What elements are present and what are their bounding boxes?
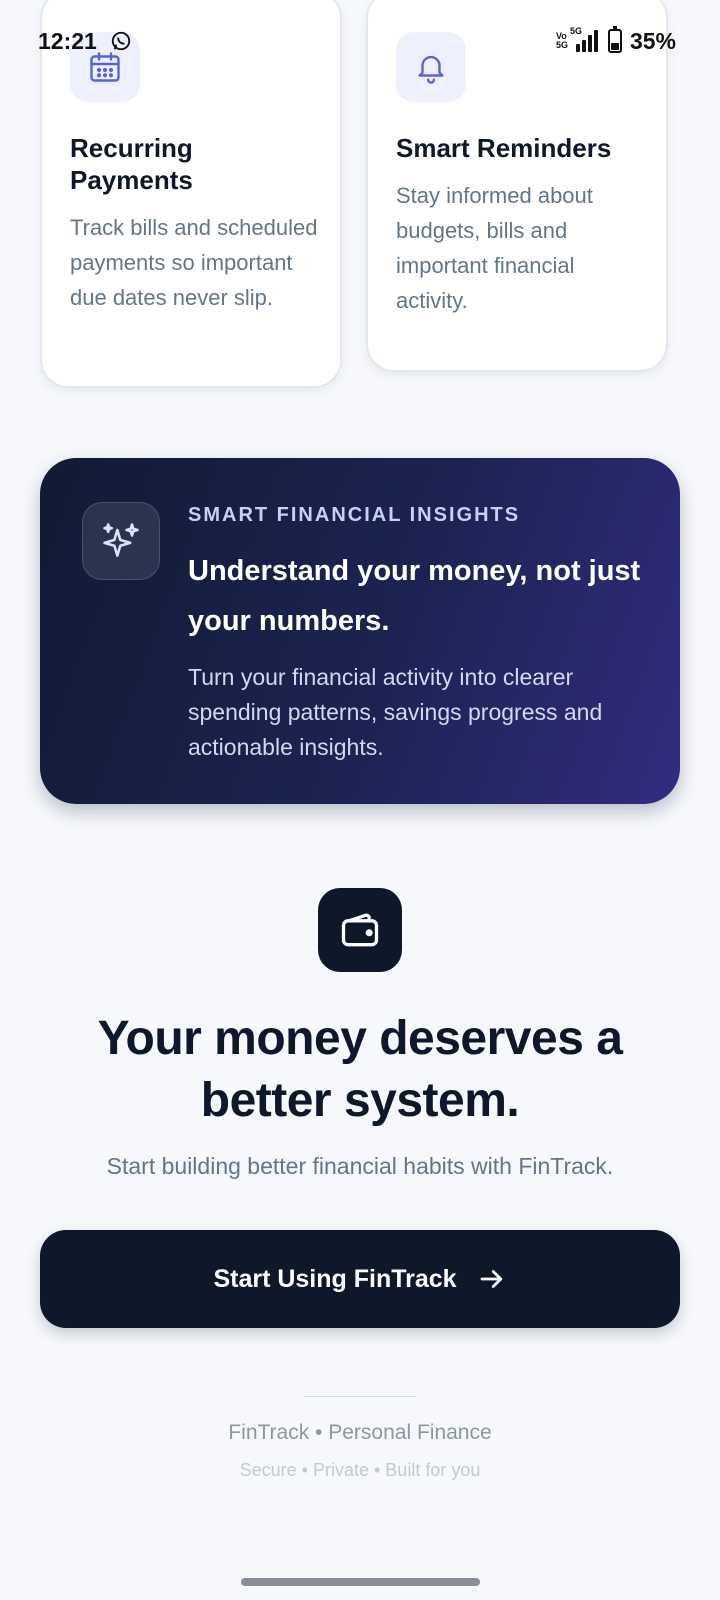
insights-title: Understand your money, not just your num…: [188, 555, 641, 637]
insights-eyebrow: SMART FINANCIAL INSIGHTS: [188, 504, 521, 526]
start-using-fintrack-button[interactable]: Start Using FinTrack: [40, 1230, 680, 1328]
feature-card-smart-reminders: Smart Reminders Stay informed about budg…: [366, 0, 668, 372]
cta-button-label: Start Using FinTrack: [213, 1264, 457, 1293]
feature-card-description: Stay informed about budgets, bills and i…: [396, 183, 593, 313]
home-indicator[interactable]: [241, 1578, 480, 1586]
cta-title: Your money deserves a better system.: [97, 1012, 623, 1127]
footer-tagline: Secure • Private • Built for you: [239, 1460, 481, 1480]
wallet-icon: [318, 888, 402, 972]
feature-card-title: Smart Reminders: [396, 133, 612, 163]
feature-card-description: Track bills and scheduled payments so im…: [70, 215, 318, 310]
feature-card-title: Recurring Payments: [70, 133, 193, 195]
arrow-right-icon: [480, 1270, 502, 1288]
feature-card-recurring-payments: Recurring Payments Track bills and sched…: [40, 0, 342, 388]
insights-banner: SMART FINANCIAL INSIGHTS Understand your…: [40, 458, 680, 804]
sparkles-icon: [82, 502, 160, 580]
bell-icon: [396, 32, 466, 102]
insights-description: Turn your financial activity into cleare…: [188, 664, 603, 760]
cta-subtitle: Start building better financial habits w…: [106, 1153, 614, 1179]
footer-brand: FinTrack • Personal Finance: [228, 1421, 492, 1444]
footer-divider: [304, 1396, 416, 1397]
status-time: 12:21: [38, 28, 97, 54]
